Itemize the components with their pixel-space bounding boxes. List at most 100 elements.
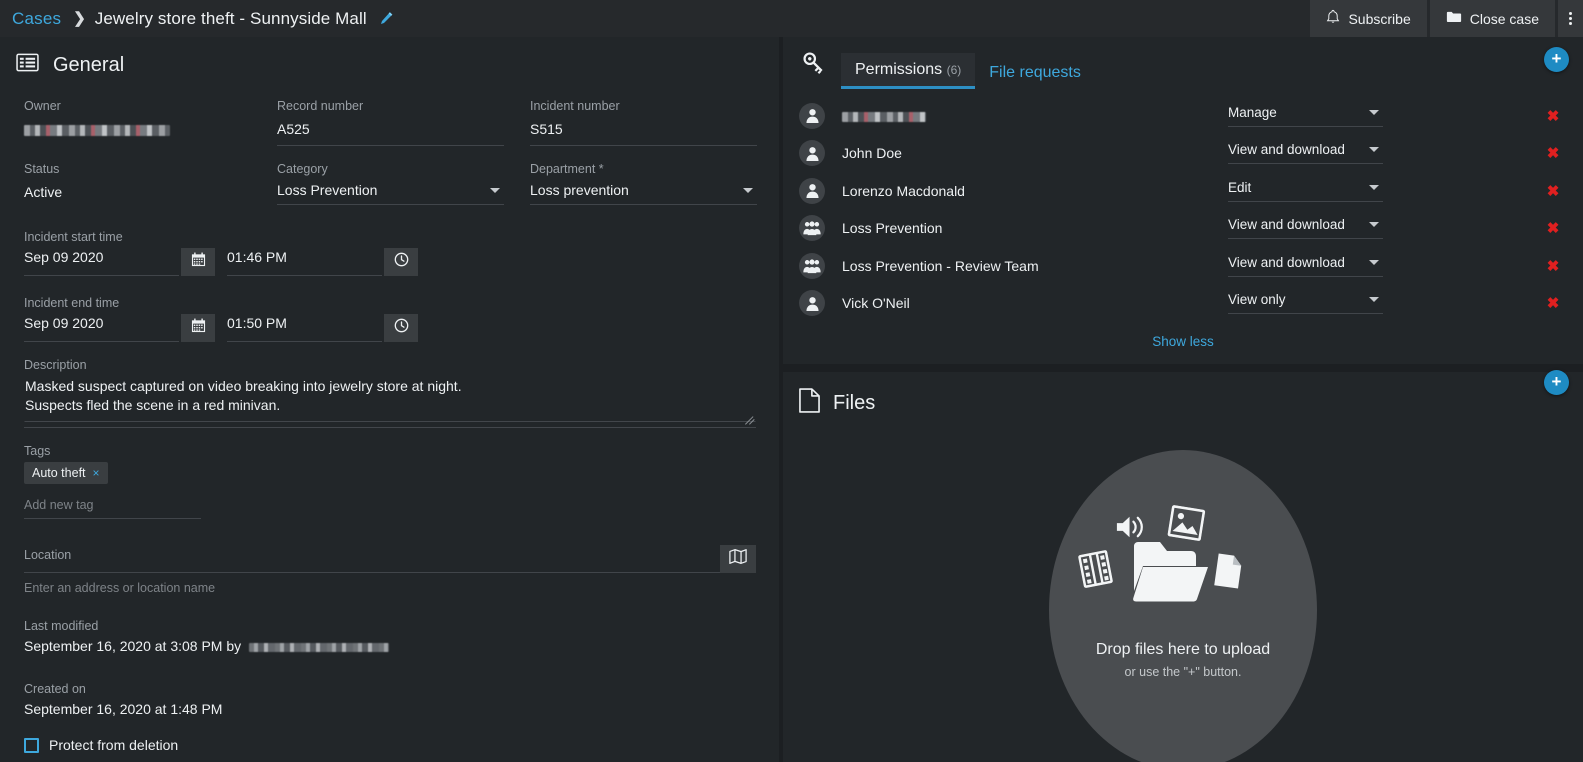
plus-icon: + xyxy=(1551,372,1562,391)
permission-subject-name xyxy=(842,108,1228,124)
created-on-label: Created on xyxy=(24,682,86,696)
document-icon xyxy=(799,388,820,418)
add-file-button[interactable]: + xyxy=(1544,370,1569,395)
permission-access-value: View only xyxy=(1228,292,1286,308)
permission-access-select[interactable]: View and download xyxy=(1228,217,1383,240)
category-select[interactable]: Loss Prevention xyxy=(277,182,504,205)
category-field: Category Loss Prevention xyxy=(277,162,530,208)
created-on-value: September 16, 2020 at 1:48 PM xyxy=(24,701,223,717)
incident-number-field: Incident number S515 xyxy=(530,99,779,146)
calendar-icon xyxy=(191,318,206,338)
clock-icon xyxy=(394,252,409,272)
calendar-icon xyxy=(191,252,206,272)
textarea-resize-handle[interactable] xyxy=(745,415,755,425)
remove-x-icon[interactable]: ✖ xyxy=(1543,144,1563,162)
permission-access-value: View and download xyxy=(1228,217,1345,233)
person-avatar-icon xyxy=(799,290,825,317)
tags-field: Tags Auto theft × Add new tag xyxy=(0,428,779,519)
description-field: Description Masked suspect captured on v… xyxy=(0,342,779,428)
dropzone-illustration xyxy=(1078,505,1283,627)
list-panel-icon xyxy=(16,53,39,77)
protect-from-deletion-checkbox[interactable] xyxy=(24,737,39,753)
table-row: Manage ✖ xyxy=(783,97,1583,135)
incident-end-date-input[interactable]: Sep 09 2020 xyxy=(24,315,179,342)
group-avatar-icon xyxy=(799,252,825,279)
close-case-button[interactable]: Close case xyxy=(1429,0,1555,37)
description-label: Description xyxy=(24,358,87,372)
record-number-value[interactable]: A525 xyxy=(277,119,504,146)
incident-end-calendar-button[interactable] xyxy=(181,314,215,342)
permission-access-select[interactable]: Edit xyxy=(1228,180,1383,202)
files-card: Files + Drop files here to upload or use… xyxy=(783,370,1583,762)
record-number-field: Record number A525 xyxy=(277,99,530,146)
incident-start-calendar-button[interactable] xyxy=(181,248,215,276)
overflow-menu-button[interactable] xyxy=(1558,0,1583,37)
open-map-button[interactable] xyxy=(720,545,756,573)
person-avatar-icon xyxy=(799,140,825,167)
permission-access-select[interactable]: View only xyxy=(1228,292,1383,315)
permissions-list: Manage ✖ John Doe View and download ✖ Lo… xyxy=(783,89,1583,322)
protect-from-deletion-row[interactable]: Protect from deletion xyxy=(0,717,779,753)
redacted-owner-name xyxy=(24,124,170,136)
general-fields-row-1: Owner Record number A525 Incident number… xyxy=(0,77,779,146)
tab-permissions[interactable]: Permissions (6) xyxy=(841,53,976,89)
incident-end-clock-button[interactable] xyxy=(384,314,418,342)
show-less-link[interactable]: Show less xyxy=(783,322,1583,349)
remove-x-icon[interactable]: ✖ xyxy=(1543,182,1563,200)
incident-number-label: Incident number xyxy=(530,99,620,113)
department-label: Department * xyxy=(530,162,604,176)
permission-access-select[interactable]: View and download xyxy=(1228,255,1383,277)
breadcrumb-cases-link[interactable]: Cases xyxy=(8,9,65,29)
tag-remove-icon[interactable]: × xyxy=(93,466,100,480)
file-dropzone[interactable]: Drop files here to upload or use the "+"… xyxy=(1049,450,1317,762)
status-field: Status Active xyxy=(24,162,277,208)
remove-x-icon[interactable]: ✖ xyxy=(1543,294,1563,312)
general-section-title: General xyxy=(53,53,125,76)
remove-x-icon[interactable]: ✖ xyxy=(1543,107,1563,125)
incident-number-value[interactable]: S515 xyxy=(530,119,757,146)
department-select[interactable]: Loss prevention xyxy=(530,182,757,205)
page-title: Jewelry store theft - Sunnyside Mall xyxy=(94,8,367,28)
table-row: Loss Prevention - Review Team View and d… xyxy=(783,247,1583,285)
permission-access-value: Edit xyxy=(1228,179,1252,195)
video-film-icon xyxy=(1078,549,1115,593)
remove-x-icon[interactable]: ✖ xyxy=(1543,257,1563,275)
incident-start-date-input[interactable]: Sep 09 2020 xyxy=(24,249,179,276)
files-section-title: Files xyxy=(833,391,876,414)
category-label: Category xyxy=(277,162,328,176)
permission-access-select[interactable]: View and download xyxy=(1228,142,1383,165)
permission-access-select[interactable]: Manage xyxy=(1228,105,1383,127)
chevron-down-icon xyxy=(1369,109,1379,115)
location-input[interactable]: Location xyxy=(24,546,720,573)
tab-file-requests[interactable]: File requests xyxy=(975,56,1095,89)
incident-end-time-field: Incident end time Sep 09 2020 01:50 PM xyxy=(0,276,779,342)
group-avatar-icon xyxy=(799,215,825,242)
chevron-down-icon xyxy=(490,187,500,193)
chevron-down-icon xyxy=(1369,184,1379,190)
remove-x-icon[interactable]: ✖ xyxy=(1543,219,1563,237)
plus-icon: + xyxy=(1551,49,1562,68)
incident-end-label: Incident end time xyxy=(24,296,120,310)
last-modified-block: Last modified September 16, 2020 at 3:08… xyxy=(0,595,779,654)
last-modified-label: Last modified xyxy=(24,619,99,633)
subscribe-button[interactable]: Subscribe xyxy=(1310,0,1427,37)
location-label: Location xyxy=(24,548,72,562)
add-new-tag-input[interactable]: Add new tag xyxy=(24,498,201,519)
owner-field: Owner xyxy=(24,99,277,146)
description-textarea[interactable]: Masked suspect captured on video breakin… xyxy=(24,376,756,428)
created-on-block: Created on September 16, 2020 at 1:48 PM xyxy=(0,654,779,717)
pencil-icon[interactable] xyxy=(379,11,395,27)
incident-start-time-input[interactable]: 01:46 PM xyxy=(227,249,382,276)
person-avatar-icon xyxy=(799,102,825,129)
tag-chip[interactable]: Auto theft × xyxy=(24,462,108,484)
location-placeholder-hint: Enter an address or location name xyxy=(24,581,216,595)
description-line-2: Suspects fled the scene in a red minivan… xyxy=(25,397,281,413)
close-case-label: Close case xyxy=(1469,10,1539,27)
incident-end-time-input[interactable]: 01:50 PM xyxy=(227,315,382,342)
bell-icon xyxy=(1326,9,1340,28)
permission-subject-name: Loss Prevention xyxy=(842,220,943,237)
chevron-down-icon xyxy=(1369,222,1379,228)
add-permission-button[interactable]: + xyxy=(1544,47,1569,72)
general-fields-row-2: Status Active Category Loss Prevention D… xyxy=(0,146,779,208)
incident-start-clock-button[interactable] xyxy=(384,248,418,276)
